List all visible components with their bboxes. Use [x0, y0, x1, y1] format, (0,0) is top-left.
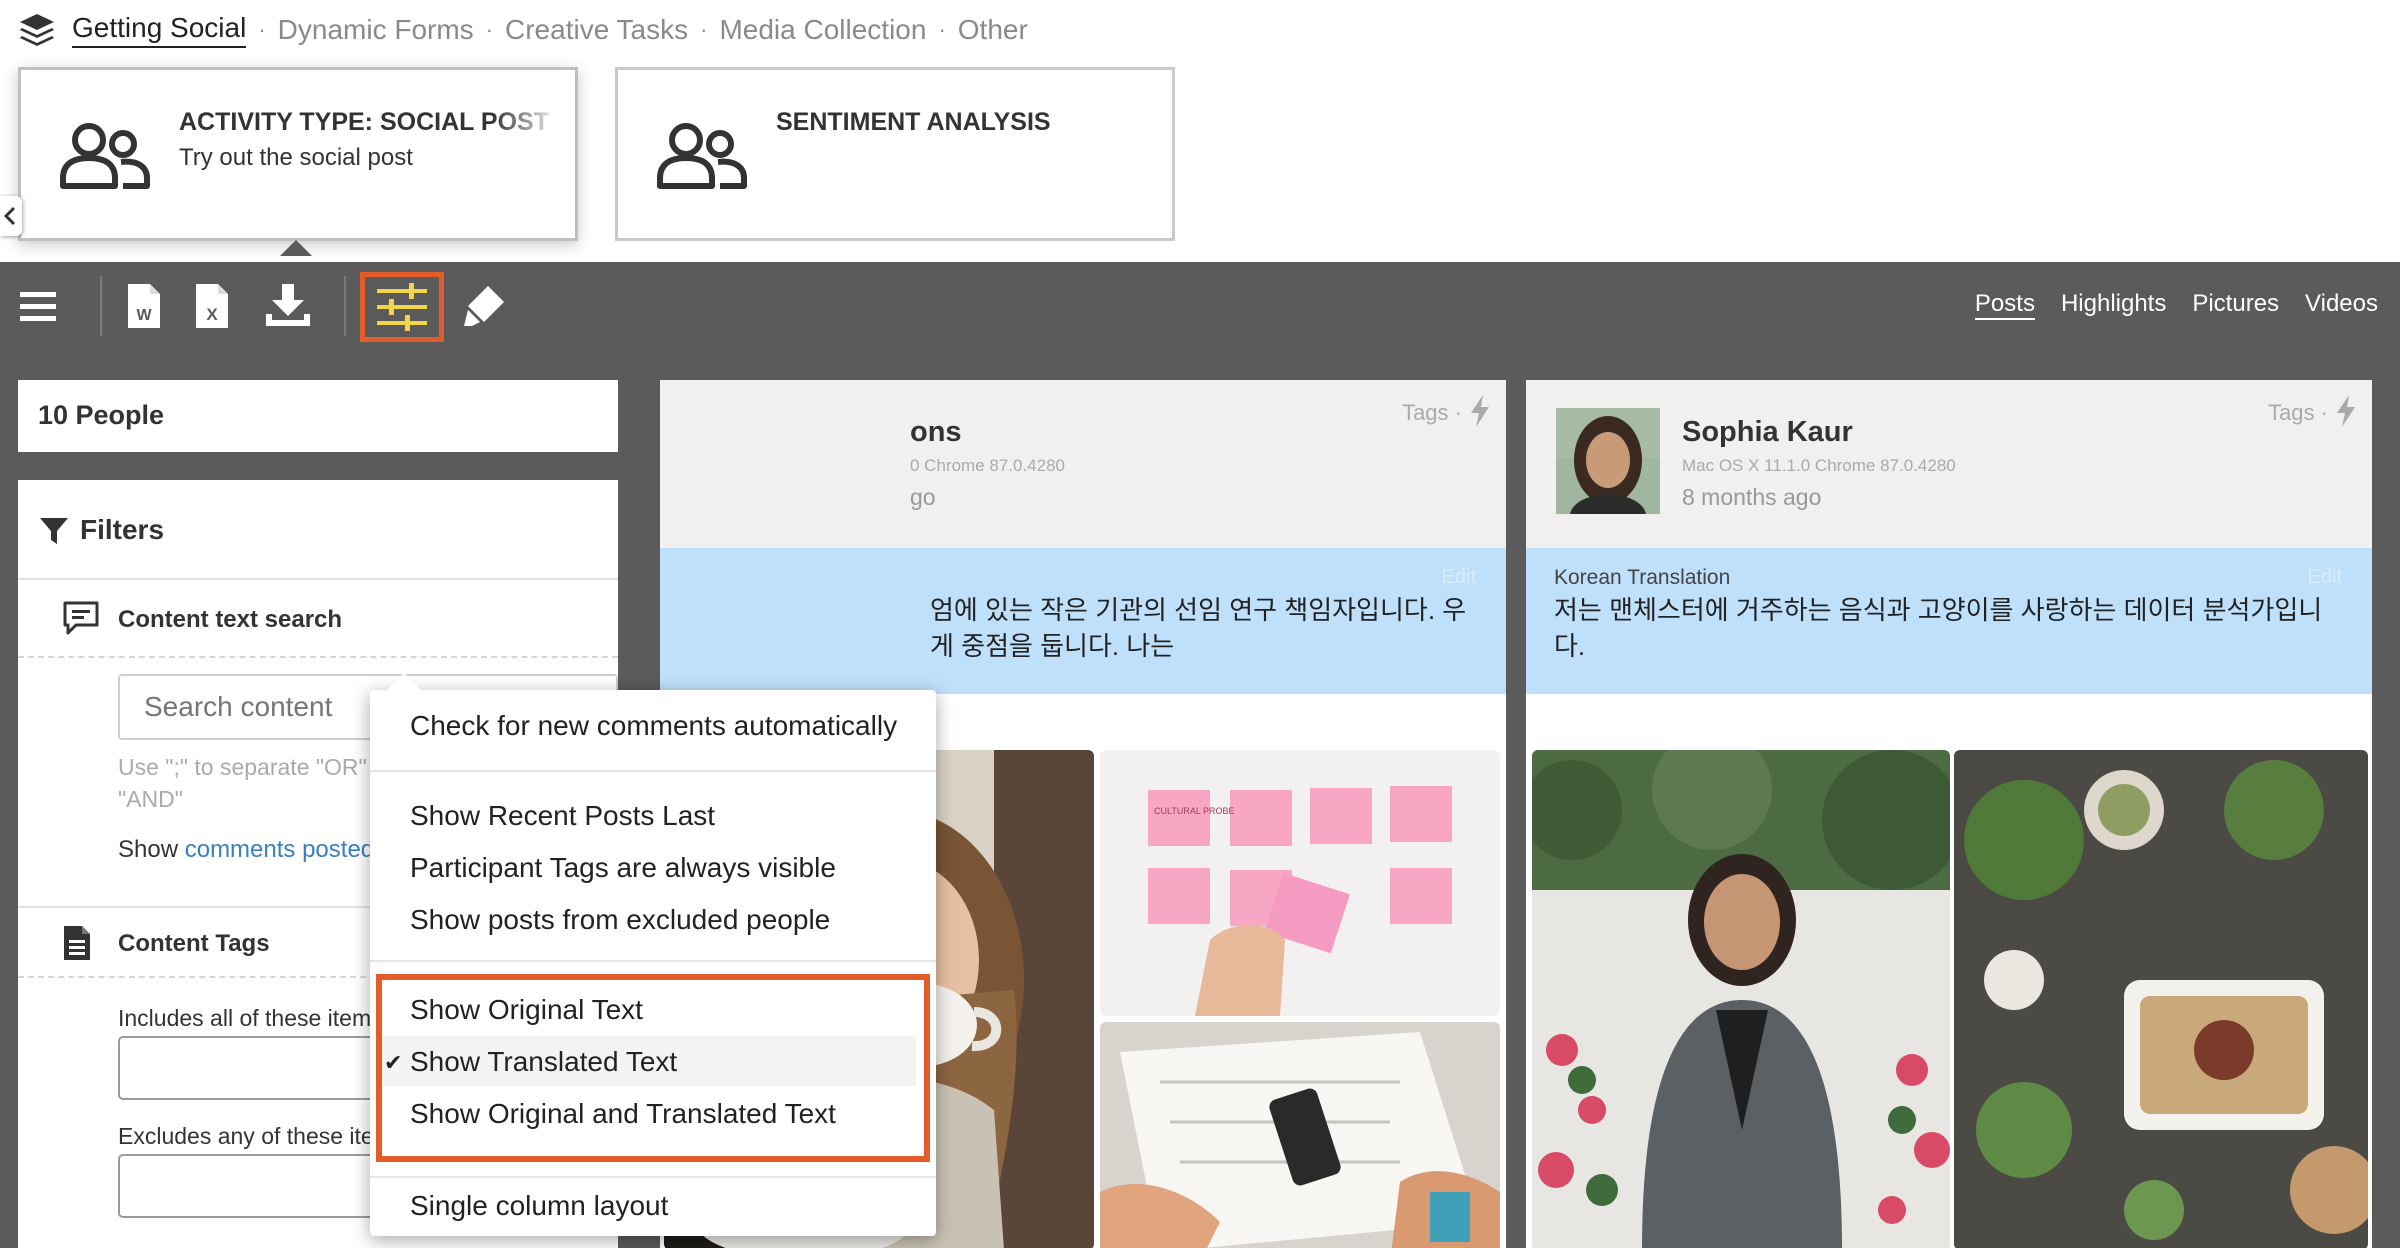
- includes-label: Includes all of these items: [118, 1005, 383, 1031]
- content-text-search-title[interactable]: Content text search: [118, 606, 342, 634]
- filters-header[interactable]: Filters: [18, 480, 618, 580]
- settings-sliders-icon: [377, 283, 427, 331]
- show-comments-line: Show comments posted: [118, 836, 374, 864]
- nav-tab-other[interactable]: Other: [958, 14, 1028, 46]
- menu-divider: [370, 960, 936, 962]
- menu-item-participant-tags-visible[interactable]: Participant Tags are always visible: [410, 852, 836, 884]
- toolbar-divider: [100, 276, 102, 336]
- active-card-pointer: [280, 240, 312, 256]
- download-icon[interactable]: [262, 280, 314, 332]
- activity-card-sentiment-analysis[interactable]: SENTIMENT ANALYSIS: [615, 67, 1175, 241]
- lightning-icon[interactable]: [1468, 394, 1492, 428]
- layers-icon: [20, 14, 54, 46]
- tab-videos[interactable]: Videos: [2305, 290, 2378, 320]
- tags-label: Tags: [2268, 400, 2315, 425]
- show-label: Show: [118, 836, 179, 863]
- nav-tab-creative-tasks[interactable]: Creative Tasks: [505, 14, 688, 46]
- menu-item-show-excluded-people[interactable]: Show posts from excluded people: [410, 904, 830, 936]
- post-time: 8 months ago: [1682, 484, 1822, 510]
- filter-icon: [40, 518, 68, 544]
- document-icon: [64, 926, 90, 960]
- post-header: ons 0 Chrome 87.0.4280 go Tags ·: [660, 380, 1506, 548]
- lightning-icon[interactable]: [2334, 394, 2358, 428]
- chevron-left-icon: [3, 206, 16, 226]
- menu-item-check-new-comments[interactable]: Check for new comments automatically: [410, 710, 897, 742]
- desk-sketch-photo[interactable]: [1100, 1022, 1500, 1248]
- search-hint-and: "AND": [118, 786, 183, 812]
- nav-separator: ·: [700, 17, 708, 42]
- activity-title: SENTIMENT ANALYSIS: [776, 108, 1051, 136]
- activity-title: ACTIVITY TYPE: SOCIAL POST: [179, 108, 549, 136]
- excel-export-icon[interactable]: X: [186, 280, 238, 332]
- tab-pictures[interactable]: Pictures: [2192, 290, 2279, 320]
- edit-translation-button[interactable]: Edit: [1442, 566, 1476, 589]
- word-export-icon[interactable]: W: [118, 280, 170, 332]
- menu-icon[interactable]: [16, 280, 68, 332]
- svg-text:X: X: [206, 305, 218, 324]
- search-hint: Use ";" to separate "OR": [118, 754, 367, 780]
- comment-icon: [63, 601, 99, 635]
- translation-text: 저는 맨체스터에 거주하는 음식과 고양이를 사랑하는 데이터 분석가입니다.: [1554, 595, 2323, 661]
- tags-button[interactable]: Tags ·: [2268, 400, 2328, 426]
- translation-box: Korean Translation Edit 저는 맨체스터에 거주하는 음식…: [1526, 548, 2372, 694]
- tab-highlights[interactable]: Highlights: [2061, 290, 2166, 320]
- display-settings-menu: Check for new comments automatically Sho…: [370, 673, 936, 1236]
- avatar[interactable]: [1556, 408, 1660, 514]
- nav-tab-media-collection[interactable]: Media Collection: [719, 14, 926, 46]
- comments-posted-link[interactable]: comments posted: [185, 836, 374, 863]
- food-photo[interactable]: [1954, 750, 2368, 1248]
- translation-text: 엄에 있는 작은 기관의 선임 연구 책임자입니다. 우 게 중점을 둡니다. …: [930, 595, 1467, 661]
- people-icon: [657, 123, 747, 189]
- content-tags-title[interactable]: Content Tags: [118, 930, 270, 958]
- tags-label: Tags: [1402, 400, 1449, 425]
- participant-name[interactable]: ons: [910, 416, 962, 449]
- edit-translation-button[interactable]: Edit: [2308, 566, 2342, 589]
- participant-device: Mac OS X 11.1.0 Chrome 87.0.4280: [1682, 456, 1956, 475]
- tab-posts[interactable]: Posts: [1974, 290, 2035, 320]
- post-card: Sophia Kaur Mac OS X 11.1.0 Chrome 87.0.…: [1526, 380, 2372, 1248]
- tags-button[interactable]: Tags ·: [1402, 400, 1462, 426]
- nav-tab-dynamic-forms[interactable]: Dynamic Forms: [278, 14, 474, 46]
- svg-text:W: W: [136, 307, 152, 324]
- portrait-photo[interactable]: [1532, 750, 1950, 1248]
- menu-item-recent-posts-last[interactable]: Show Recent Posts Last: [410, 800, 715, 832]
- top-navigation: Getting Social · Dynamic Forms · Creativ…: [0, 0, 2400, 62]
- menu-divider: [370, 770, 936, 772]
- tags-separator: ·: [1454, 400, 1462, 425]
- nav-tab-getting-social[interactable]: Getting Social: [72, 12, 247, 48]
- activity-card-social-post[interactable]: ACTIVITY TYPE: SOCIAL POST Try out the s…: [18, 67, 578, 241]
- people-panel[interactable]: 10 People: [18, 380, 618, 452]
- nav-separator: ·: [485, 17, 493, 42]
- tags-separator: ·: [2320, 400, 2328, 425]
- display-settings-button[interactable]: [360, 272, 444, 342]
- post-time: go: [910, 484, 936, 510]
- menu-divider: [370, 1176, 936, 1178]
- highlighter-icon[interactable]: [458, 280, 510, 332]
- nav-separator: ·: [258, 17, 266, 42]
- post-header: Sophia Kaur Mac OS X 11.1.0 Chrome 87.0.…: [1526, 380, 2372, 548]
- toolbar-divider: [344, 276, 346, 336]
- participant-name[interactable]: Sophia Kaur: [1682, 416, 1853, 449]
- breadcrumb: Getting Social · Dynamic Forms · Creativ…: [72, 12, 1028, 48]
- view-tabs: Posts Highlights Pictures Videos: [1949, 290, 2378, 320]
- nav-separator: ·: [938, 17, 946, 42]
- sticky-note-text: CULTURAL PROBE: [1154, 806, 1235, 816]
- translation-box: Edit 엄에 있는 작은 기관의 선임 연구 책임자입니다. 우 게 중점을 …: [660, 548, 1506, 694]
- people-icon: [60, 123, 150, 189]
- scroll-left-button[interactable]: [0, 196, 22, 236]
- translation-label: Korean Translation: [1554, 566, 1731, 589]
- participant-device: 0 Chrome 87.0.4280: [910, 456, 1065, 475]
- menu-item-single-column-layout[interactable]: Single column layout: [410, 1190, 668, 1222]
- activity-subtitle: Try out the social post: [179, 144, 413, 171]
- excludes-label: Excludes any of these items: [118, 1123, 405, 1149]
- sticky-notes-photo[interactable]: CULTURAL PROBE: [1100, 750, 1500, 1016]
- people-count: 10 People: [38, 400, 165, 430]
- toolbar: W X Posts Highlights Pictures Videos: [0, 262, 2400, 350]
- main-content: 10 People Filters Content text search Us…: [0, 350, 2400, 1248]
- section-divider: [18, 656, 618, 658]
- filters-title: Filters: [80, 514, 165, 545]
- translation-options-highlight: [376, 974, 930, 1162]
